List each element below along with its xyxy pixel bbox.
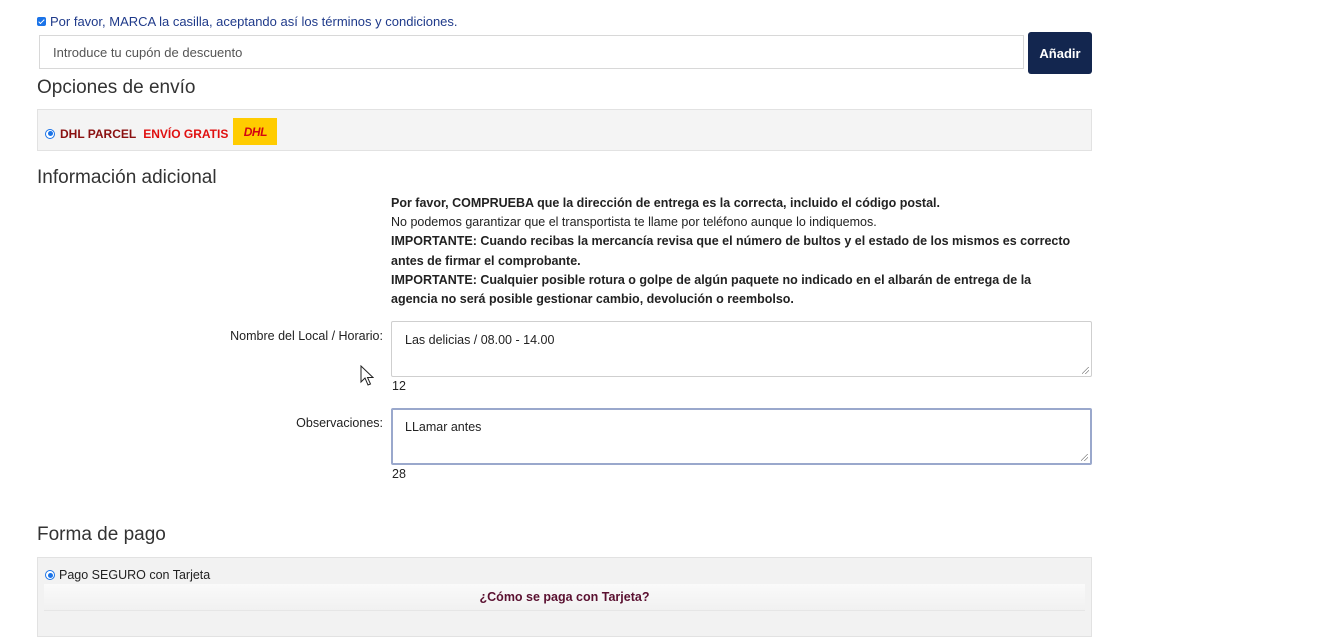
shipping-radio[interactable] [45, 128, 55, 139]
dhl-logo-text: DHL [243, 124, 268, 139]
payment-option-label: Pago SEGURO con Tarjeta [59, 568, 211, 582]
observations-label: Observaciones: [296, 416, 383, 430]
resize-handle-icon[interactable] [1081, 454, 1088, 461]
notice-line-2: No podemos garantizar que el transportis… [391, 215, 877, 230]
terms-checkbox[interactable] [37, 17, 46, 26]
mouse-pointer-icon [360, 365, 374, 386]
notice-line-3: IMPORTANTE: Cuando recibas la mercancía … [391, 234, 1071, 268]
observations-value: LLamar antes [405, 420, 482, 434]
observations-textarea[interactable]: LLamar antes [391, 408, 1092, 465]
add-coupon-button[interactable]: Añadir [1028, 32, 1092, 74]
coupon-input[interactable]: Introduce tu cupón de descuento [39, 35, 1024, 69]
shipping-option-dhl[interactable]: DHL PARCEL ENVÍO GRATIS DHL [45, 118, 278, 145]
notice-line-4: IMPORTANTE: Cualquier posible rotura o g… [391, 272, 1032, 307]
resize-handle-icon[interactable] [1082, 367, 1089, 374]
local-schedule-value: Las delicias / 08.00 - 14.00 [405, 333, 555, 347]
payment-radio[interactable] [45, 570, 55, 580]
terms-label[interactable]: Por favor, MARCA la casilla, aceptando a… [50, 14, 458, 29]
coupon-placeholder: Introduce tu cupón de descuento [53, 44, 243, 60]
card-payment-help-link[interactable]: ¿Cómo se paga con Tarjeta? [44, 584, 1085, 611]
local-schedule-counter: 12 [392, 379, 406, 393]
terms-row: Por favor, MARCA la casilla, aceptando a… [37, 14, 458, 29]
shipping-name: DHL PARCEL [60, 126, 137, 141]
dhl-logo: DHL [233, 118, 278, 145]
free-shipping-tag: ENVÍO GRATIS [143, 126, 229, 141]
observations-counter: 28 [392, 467, 406, 481]
delivery-notice: Por favor, COMPRUEBA que la dirección de… [391, 194, 1081, 309]
notice-line-1: Por favor, COMPRUEBA que la dirección de… [391, 196, 940, 210]
payment-options: Pago SEGURO con Tarjeta ¿Cómo se paga co… [37, 557, 1092, 637]
payment-option-card[interactable]: Pago SEGURO con Tarjeta [45, 568, 210, 582]
additional-info-title: Información adicional [37, 167, 217, 188]
local-schedule-label: Nombre del Local / Horario: [230, 329, 383, 343]
shipping-options: DHL PARCEL ENVÍO GRATIS DHL [37, 109, 1092, 151]
payment-title: Forma de pago [37, 524, 166, 545]
local-schedule-textarea[interactable]: Las delicias / 08.00 - 14.00 [391, 321, 1092, 377]
shipping-title: Opciones de envío [37, 77, 196, 98]
